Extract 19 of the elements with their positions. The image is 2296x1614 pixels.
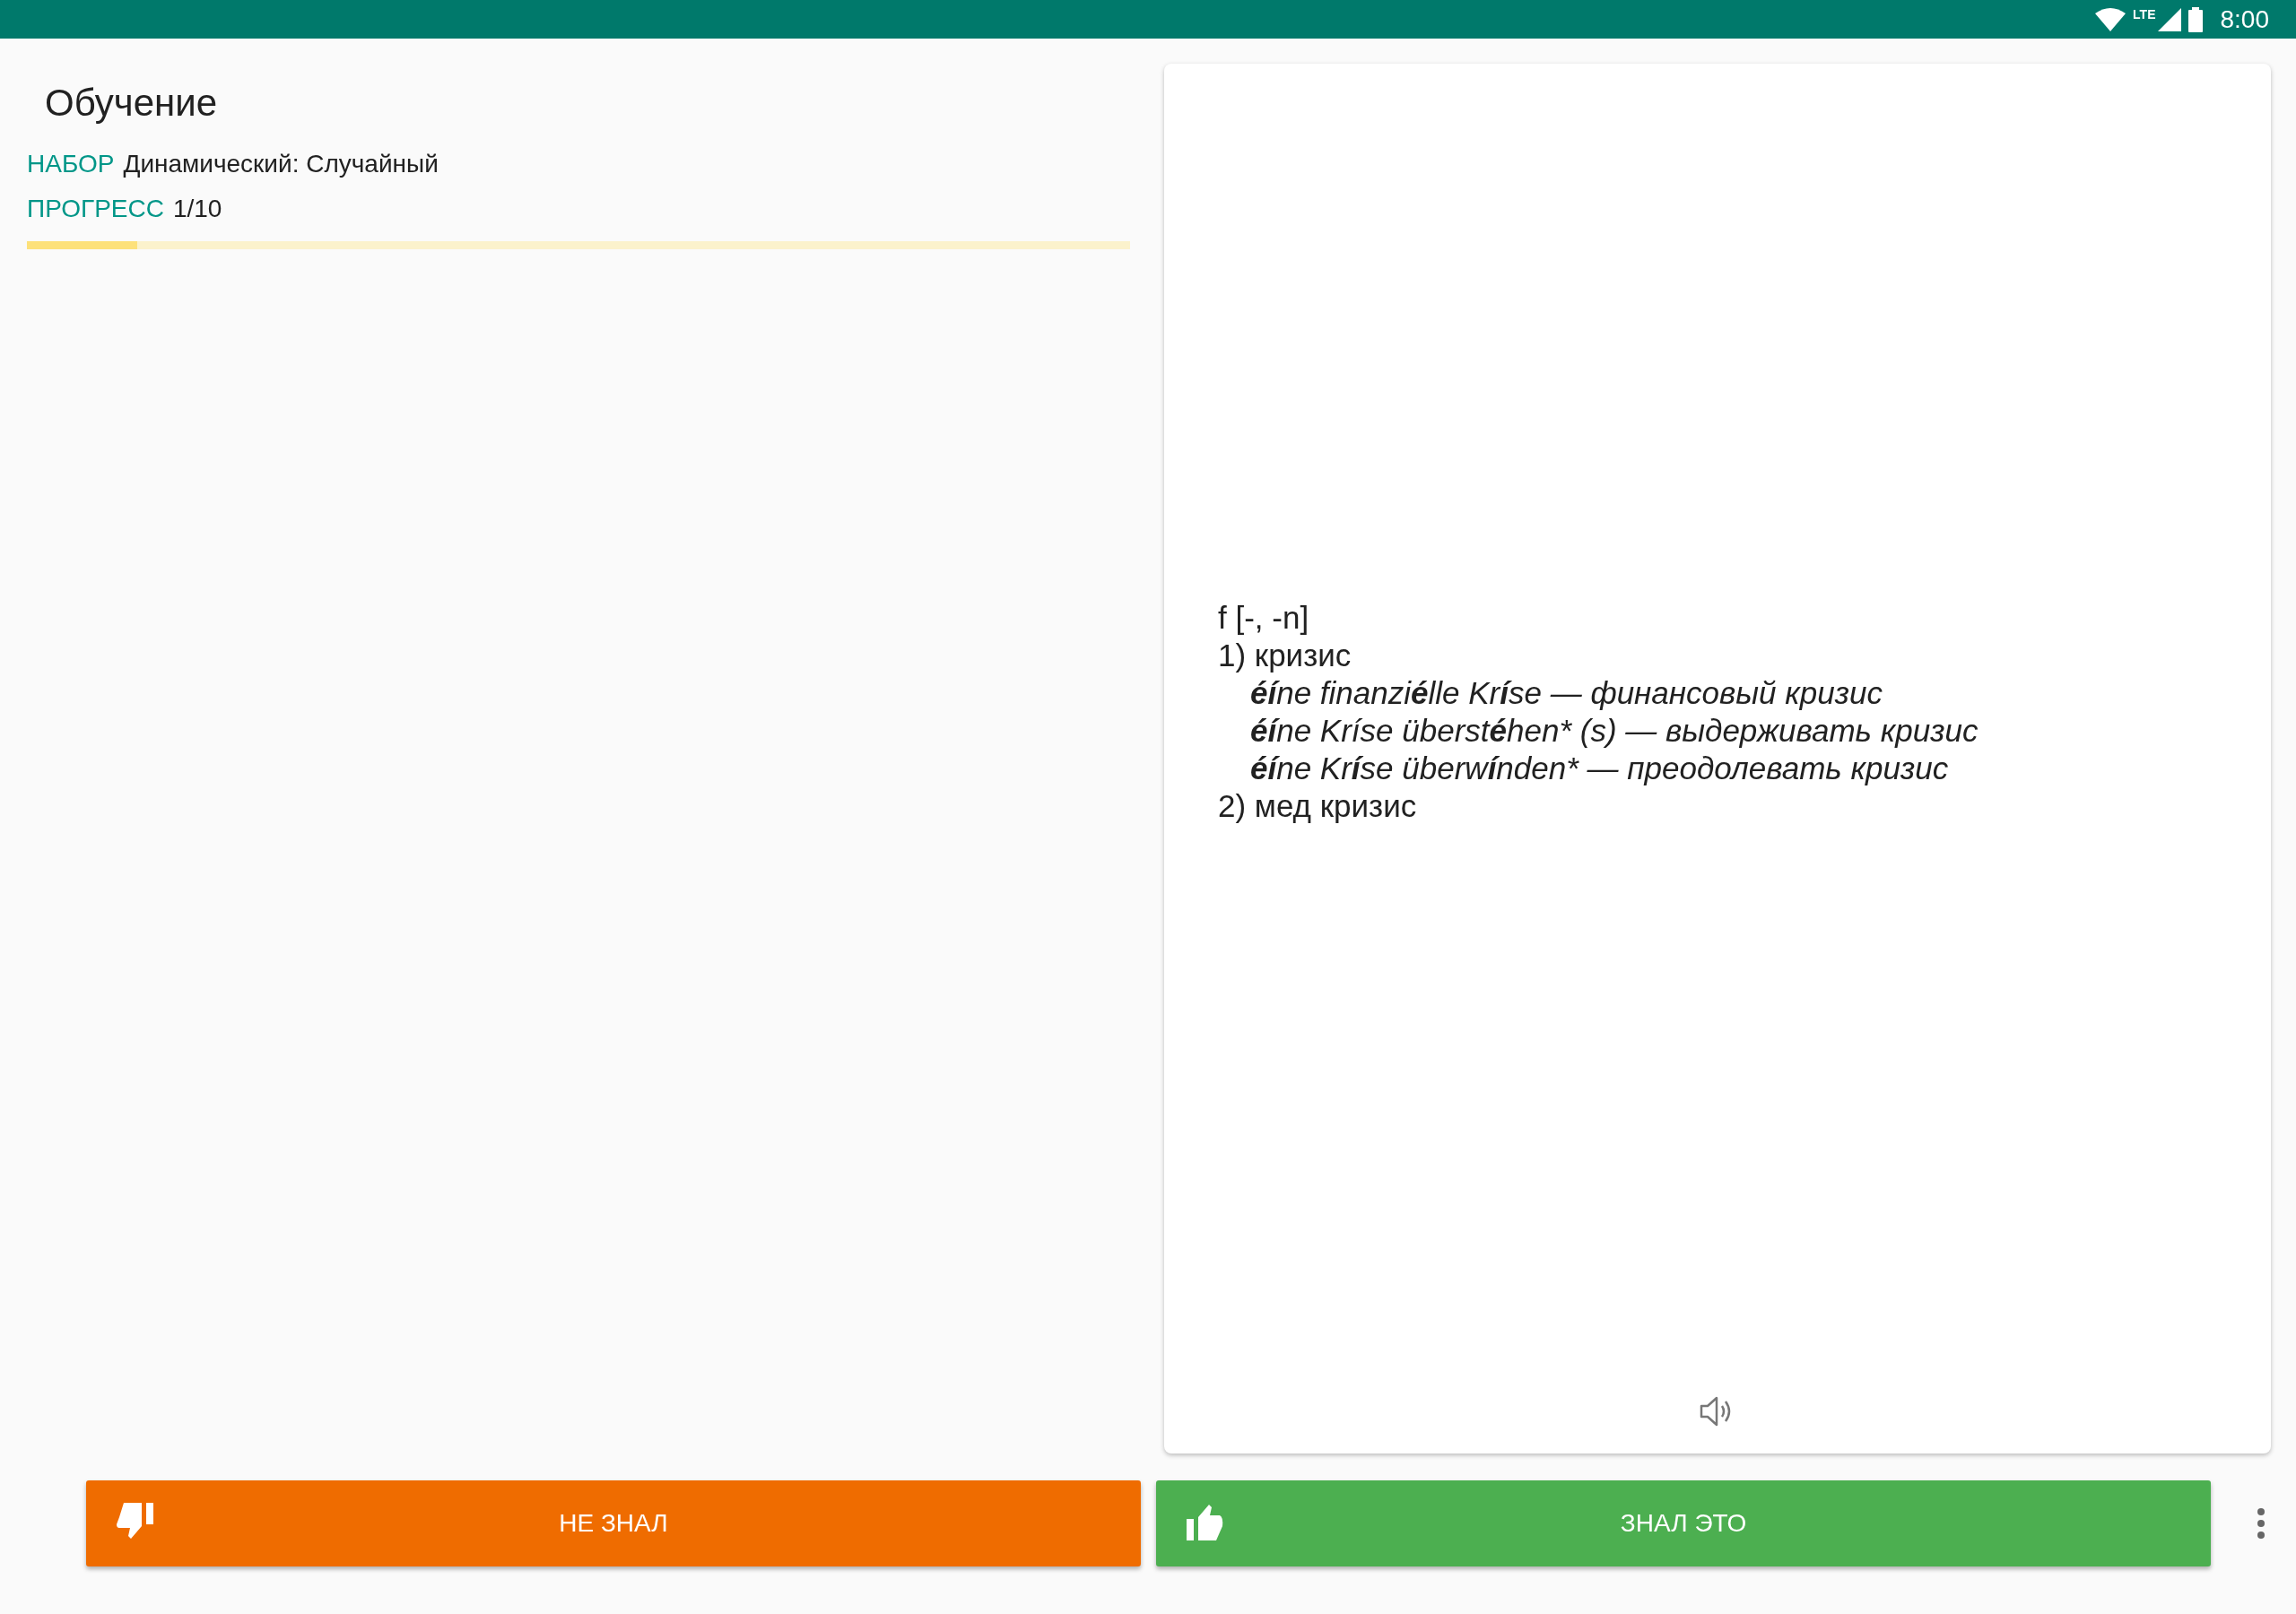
clock: 8:00 xyxy=(2220,4,2269,34)
network-type: LTE xyxy=(2133,7,2156,22)
card-text-line: 2) мед кризис xyxy=(1218,787,1418,826)
did-not-know-button[interactable]: НЕ ЗНАЛ xyxy=(86,1480,1141,1566)
card-text-line: éíne finanziélle Kríse — финансовый кризис xyxy=(1249,674,1883,713)
set-label: НАБОР xyxy=(27,150,115,179)
set-value: Динамический: Случайный xyxy=(123,150,439,179)
card-text-line: 1) кризис xyxy=(1218,637,1352,675)
card-text-line: éíne Kríse überwínden* — преодолевать кризис xyxy=(1249,750,1950,788)
card-text-line: éíne Kríse überstéhen* (s) — выдерживать кризис xyxy=(1249,712,1979,751)
signal-icon xyxy=(2157,7,2181,31)
screen-title: Обучение xyxy=(44,81,219,126)
wifi-icon xyxy=(2095,7,2126,31)
progress-label: ПРОГРЕСС xyxy=(27,195,164,224)
battery-icon xyxy=(2187,6,2203,32)
more-options-icon[interactable] xyxy=(2257,1507,2266,1539)
progress-value: 1/10 xyxy=(172,195,222,224)
knew-button[interactable]: ЗНАЛ ЭТО xyxy=(1156,1480,2211,1566)
card-text-line: f [-, -n] xyxy=(1218,599,1310,638)
